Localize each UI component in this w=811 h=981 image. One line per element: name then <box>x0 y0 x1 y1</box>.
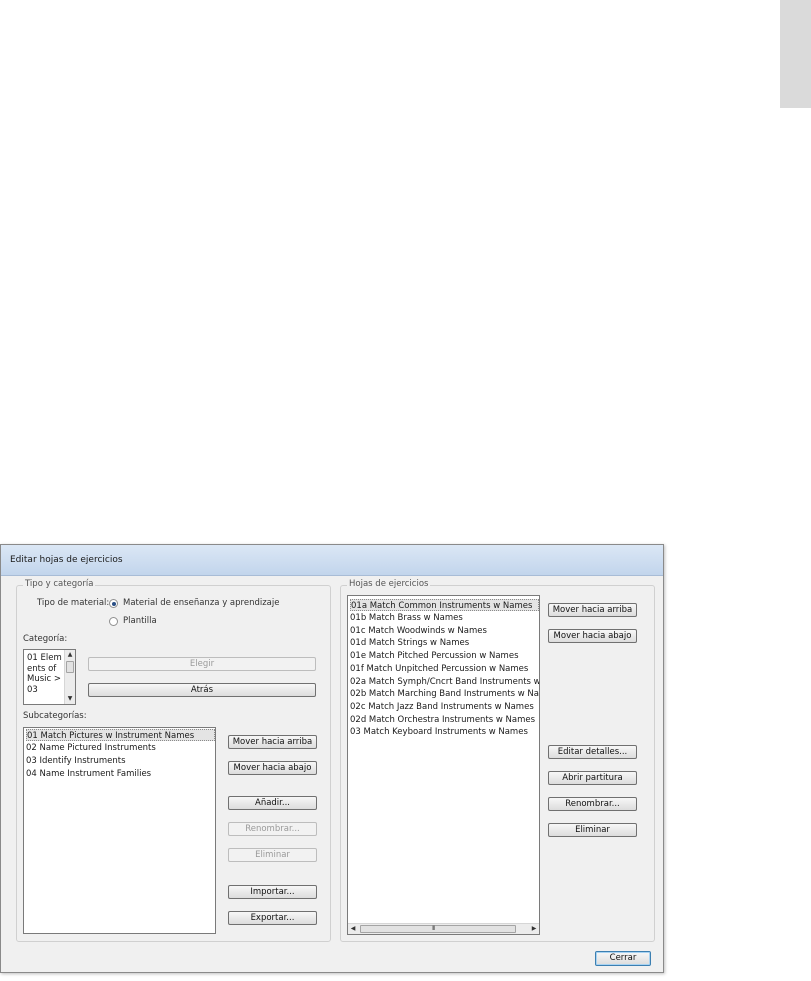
list-item[interactable]: 01a Match Common Instruments w Names <box>350 599 539 611</box>
dialog-title: Editar hojas de ejercicios <box>10 555 123 565</box>
list-item[interactable]: 01c Match Woodwinds w Names <box>350 625 487 637</box>
scroll-grip-icon: III <box>432 925 435 932</box>
subcat-add-button[interactable]: Añadir... <box>228 796 317 810</box>
radio-template[interactable] <box>109 617 118 626</box>
sheet-move-down-button[interactable]: Mover hacia abajo <box>548 629 637 643</box>
list-item[interactable]: 03 Identify Instruments <box>26 755 126 767</box>
category-label: Categoría: <box>23 634 68 644</box>
worksheets-legend: Hojas de ejercicios <box>347 579 431 589</box>
category-scroll-thumb[interactable] <box>66 661 74 673</box>
edit-details-button[interactable]: Editar detalles... <box>548 745 637 759</box>
list-item[interactable]: 01 Match Pictures w Instrument Names <box>26 729 215 741</box>
subcat-rename-button[interactable]: Renombrar... <box>228 822 317 836</box>
radio-template-label[interactable]: Plantilla <box>123 616 157 626</box>
list-item[interactable]: 02a Match Symph/Cncrt Band Instruments w… <box>350 676 539 688</box>
list-item[interactable]: 02c Match Jazz Band Instruments w Names <box>350 701 534 713</box>
import-button[interactable]: Importar... <box>228 885 317 899</box>
radio-teaching-material-label[interactable]: Material de enseñanza y aprendizaje <box>123 598 279 608</box>
scroll-left-icon[interactable]: ◀ <box>348 924 358 934</box>
back-button[interactable]: Atrás <box>88 683 316 697</box>
edit-worksheets-dialog: Editar hojas de ejercicios Tipo y catego… <box>0 544 664 973</box>
scroll-down-icon[interactable]: ▼ <box>65 694 75 704</box>
scroll-right-icon[interactable]: ▶ <box>529 924 539 934</box>
worksheets-hscrollbar[interactable]: ◀ III ▶ <box>348 923 539 934</box>
worksheets-list[interactable]: 01a Match Common Instruments w Names 01b… <box>347 595 540 935</box>
subcategories-list[interactable]: 01 Match Pictures w Instrument Names 02 … <box>23 727 216 934</box>
dialog-titlebar: Editar hojas de ejercicios <box>1 545 663 576</box>
list-item[interactable]: 01d Match Strings w Names <box>350 637 469 649</box>
category-value: 01 Elements of Music > 03 <box>27 653 62 695</box>
list-item[interactable]: 01b Match Brass w Names <box>350 612 463 624</box>
close-button[interactable]: Cerrar <box>595 951 651 966</box>
list-item[interactable]: 02b Match Marching Band Instruments w Na… <box>350 688 539 700</box>
list-item[interactable]: 02d Match Orchestra Instruments w Names <box>350 714 535 726</box>
export-button[interactable]: Exportar... <box>228 911 317 925</box>
choose-button[interactable]: Elegir <box>88 657 316 671</box>
category-scrollbar[interactable]: ▲ ▼ <box>64 650 75 704</box>
list-item[interactable]: 01f Match Unpitched Percussion w Names <box>350 663 528 675</box>
sheet-delete-button[interactable]: Eliminar <box>548 823 637 837</box>
open-score-button[interactable]: Abrir partitura <box>548 771 637 785</box>
material-type-label: Tipo de material: <box>37 598 110 608</box>
subcategories-label: Subcategorías: <box>23 711 87 721</box>
scroll-up-icon[interactable]: ▲ <box>65 650 75 660</box>
sheet-move-up-button[interactable]: Mover hacia arriba <box>548 603 637 617</box>
side-tab <box>780 0 811 108</box>
subcat-move-up-button[interactable]: Mover hacia arriba <box>228 735 317 749</box>
list-item[interactable]: 04 Name Instrument Families <box>26 768 151 780</box>
category-list[interactable]: 01 Elements of Music > 03 ▲ ▼ <box>23 649 76 705</box>
type-category-legend: Tipo y categoría <box>23 579 96 589</box>
list-item[interactable]: 01e Match Pitched Percussion w Names <box>350 650 519 662</box>
subcat-delete-button[interactable]: Eliminar <box>228 848 317 862</box>
radio-teaching-material[interactable] <box>109 599 118 608</box>
sheet-rename-button[interactable]: Renombrar... <box>548 797 637 811</box>
list-item[interactable]: 02 Name Pictured Instruments <box>26 742 156 754</box>
list-item[interactable]: 03 Match Keyboard Instruments w Names <box>350 726 528 738</box>
subcat-move-down-button[interactable]: Mover hacia abajo <box>228 761 317 775</box>
worksheets-scroll-thumb[interactable] <box>360 925 516 933</box>
